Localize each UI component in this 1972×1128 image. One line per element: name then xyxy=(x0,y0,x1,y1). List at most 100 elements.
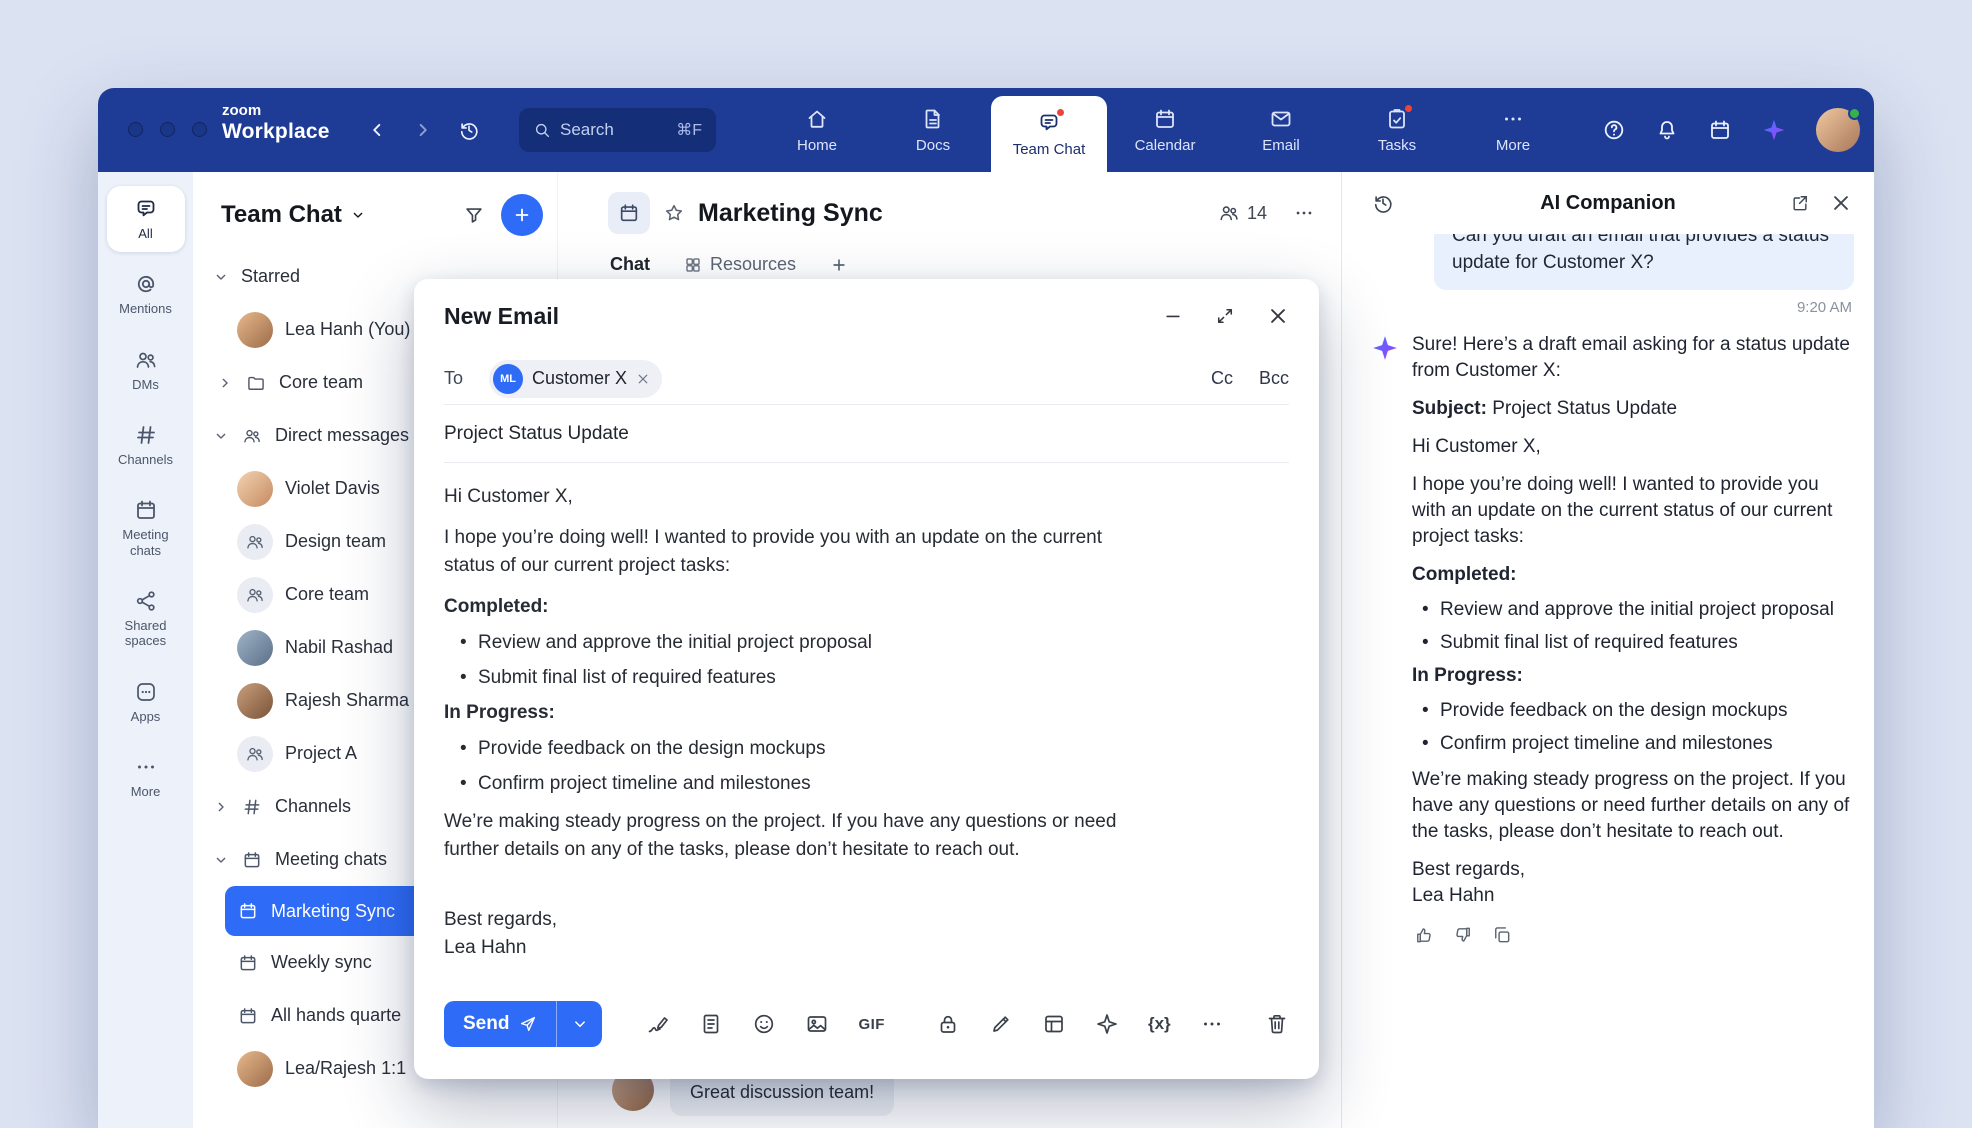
bcc-button[interactable]: Bcc xyxy=(1259,368,1289,389)
thumbs-up-icon[interactable] xyxy=(1414,925,1434,945)
team-chat-icon xyxy=(1037,111,1061,135)
meeting-chats-icon xyxy=(134,498,158,522)
avatar xyxy=(237,471,273,507)
ai-sparkle-icon[interactable] xyxy=(1095,1012,1119,1036)
nav-more[interactable]: More xyxy=(1455,88,1571,172)
ai-companion-icon[interactable] xyxy=(1761,117,1787,143)
signature-icon[interactable] xyxy=(646,1012,670,1036)
group-icon xyxy=(237,736,273,772)
tasks-icon xyxy=(1385,107,1409,131)
nav-docs[interactable]: Docs xyxy=(875,88,991,172)
chat-all-icon xyxy=(134,197,158,221)
chevron-right-icon xyxy=(213,799,229,815)
resources-icon xyxy=(684,256,702,274)
mentions-icon xyxy=(134,272,158,296)
calendar-icon xyxy=(237,893,259,929)
history-icon[interactable] xyxy=(1372,192,1394,214)
gif-icon[interactable]: GIF xyxy=(858,1016,885,1033)
more-icon xyxy=(134,755,158,779)
nav-label: More xyxy=(1496,137,1530,154)
add-tab-button[interactable] xyxy=(830,256,848,274)
team-chat-menu[interactable]: Team Chat xyxy=(221,201,366,229)
edit-icon[interactable] xyxy=(989,1012,1013,1036)
schedule-icon[interactable] xyxy=(1708,118,1732,142)
dialog-title: New Email xyxy=(444,303,559,330)
remove-recipient-icon[interactable] xyxy=(636,372,650,386)
more-icon[interactable] xyxy=(1200,1012,1224,1036)
lock-icon[interactable] xyxy=(936,1012,960,1036)
minimize-icon[interactable] xyxy=(1163,306,1183,326)
tab-resources[interactable]: Resources xyxy=(684,254,796,275)
docs-icon xyxy=(921,107,945,131)
channel-avatar-calendar-icon[interactable] xyxy=(608,192,650,234)
logo-line2: Workplace xyxy=(222,120,330,144)
user-avatar[interactable] xyxy=(1816,108,1860,152)
search-icon xyxy=(533,121,551,139)
member-count[interactable]: 14 xyxy=(1218,202,1267,224)
star-icon[interactable] xyxy=(663,202,685,224)
cc-button[interactable]: Cc xyxy=(1211,368,1233,389)
subject-input[interactable]: Project Status Update xyxy=(444,405,1289,463)
expand-icon[interactable] xyxy=(1215,306,1235,326)
emoji-icon[interactable] xyxy=(752,1012,776,1036)
to-field[interactable]: To ML Customer X Cc Bcc xyxy=(444,353,1289,405)
close-icon[interactable] xyxy=(1830,192,1852,214)
nav-label: Calendar xyxy=(1135,137,1196,154)
file-icon[interactable] xyxy=(699,1012,723,1036)
email-body-editor[interactable]: Hi Customer X, I hope you’re doing well!… xyxy=(444,463,1149,987)
close-icon[interactable] xyxy=(1267,305,1289,327)
history-icon[interactable] xyxy=(458,119,480,141)
window-controls xyxy=(128,122,207,137)
trash-icon[interactable] xyxy=(1265,1012,1289,1036)
rail-item-all[interactable]: All xyxy=(107,186,185,252)
thumbs-down-icon[interactable] xyxy=(1453,925,1473,945)
rail-item-mentions[interactable]: Mentions xyxy=(107,261,185,327)
forward-icon[interactable] xyxy=(412,119,434,141)
zoom-window-control[interactable] xyxy=(192,122,207,137)
nav-label: Docs xyxy=(916,137,950,154)
more-icon xyxy=(1501,107,1525,131)
filter-icon[interactable] xyxy=(463,204,485,226)
layout-icon[interactable] xyxy=(1042,1012,1066,1036)
avatar xyxy=(237,312,273,348)
nav-tasks[interactable]: Tasks xyxy=(1339,88,1455,172)
nav-email[interactable]: Email xyxy=(1223,88,1339,172)
search-shortcut: ⌘F xyxy=(676,120,702,140)
zoom-workplace-logo: zoom Workplace xyxy=(222,103,330,143)
rail-item-more[interactable]: More xyxy=(107,744,185,810)
open-in-new-icon[interactable] xyxy=(1790,193,1810,213)
apps-icon xyxy=(134,680,158,704)
channel-more-icon[interactable] xyxy=(1293,202,1315,224)
calendar-icon xyxy=(241,842,263,878)
avatar xyxy=(237,1051,273,1087)
folder-icon xyxy=(245,365,267,401)
chat-list-title: Team Chat xyxy=(221,201,342,229)
send-button[interactable]: Send xyxy=(444,1001,556,1047)
back-icon[interactable] xyxy=(366,119,388,141)
dms-icon xyxy=(134,348,158,372)
tab-chat[interactable]: Chat xyxy=(610,254,650,275)
new-chat-button[interactable] xyxy=(501,194,543,236)
to-label: To xyxy=(444,368,463,389)
send-options-dropdown[interactable] xyxy=(556,1001,602,1047)
nav-calendar[interactable]: Calendar xyxy=(1107,88,1223,172)
nav-home[interactable]: Home xyxy=(759,88,875,172)
rail-item-channels[interactable]: Channels xyxy=(107,412,185,478)
image-icon[interactable] xyxy=(805,1012,829,1036)
variables-icon[interactable]: {x} xyxy=(1148,1014,1171,1034)
search-input[interactable]: Search ⌘F xyxy=(519,108,716,152)
rail-item-shared-spaces[interactable]: Shared spaces xyxy=(107,578,185,660)
rail-item-dms[interactable]: DMs xyxy=(107,337,185,403)
copy-icon[interactable] xyxy=(1492,925,1512,945)
recipient-chip[interactable]: ML Customer X xyxy=(489,360,662,398)
hash-icon xyxy=(241,789,263,825)
shared-spaces-icon xyxy=(134,589,158,613)
minimize-window-control[interactable] xyxy=(160,122,175,137)
notifications-icon[interactable] xyxy=(1655,118,1679,142)
rail-item-meeting-chats[interactable]: Meeting chats xyxy=(107,487,185,569)
ai-companion-panel: AI Companion Can you draft an email that… xyxy=(1341,172,1874,1128)
nav-team-chat[interactable]: Team Chat xyxy=(991,96,1107,172)
rail-item-apps[interactable]: Apps xyxy=(107,669,185,735)
help-icon[interactable] xyxy=(1602,118,1626,142)
close-window-control[interactable] xyxy=(128,122,143,137)
